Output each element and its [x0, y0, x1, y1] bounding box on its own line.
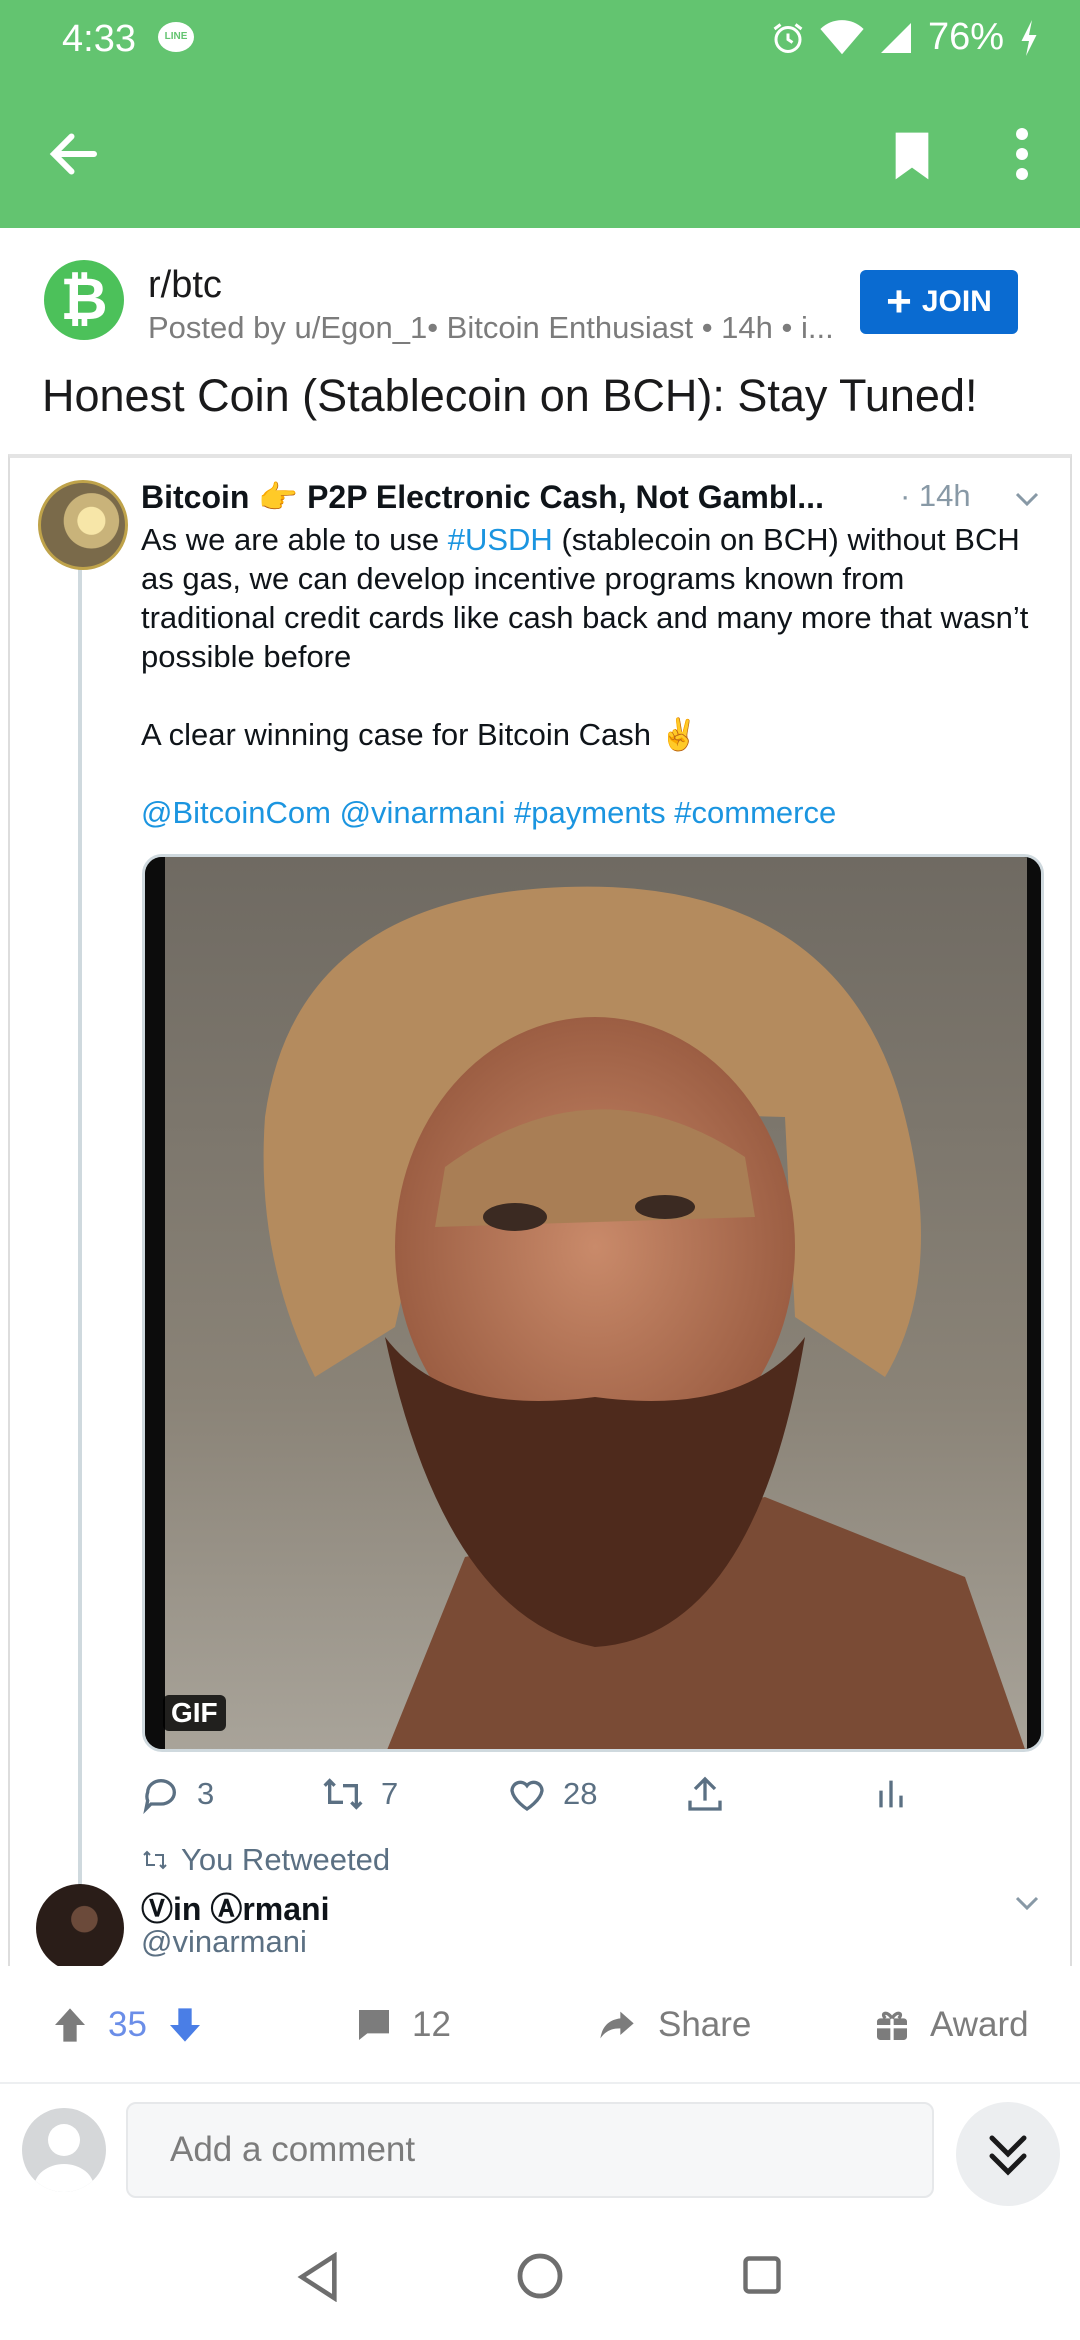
tweet-gif[interactable]: GIF [142, 854, 1044, 1752]
chevron-down-icon[interactable] [1012, 484, 1042, 514]
app-bar [0, 80, 1080, 228]
subreddit-avatar[interactable]: ₿ [44, 260, 124, 340]
retweet-small-icon [143, 1850, 167, 1870]
heart-icon [510, 1780, 544, 1811]
share-button[interactable]: Share [594, 1966, 751, 2084]
retweet-author-avatar[interactable] [36, 1884, 124, 1966]
award-button[interactable]: Award [872, 1966, 1029, 2084]
subreddit-name[interactable]: r/btc [148, 264, 222, 307]
comment-count: 12 [412, 2005, 451, 2044]
nav-back-icon[interactable] [296, 2252, 342, 2302]
post-meta[interactable]: Posted by u/Egon_1• Bitcoin Enthusiast •… [148, 310, 848, 346]
retweeted-label: You Retweeted [141, 1842, 390, 1878]
line-icon: LINE [158, 22, 194, 52]
share-tweet-action[interactable] [685, 1774, 725, 1814]
more-vertical-icon[interactable] [1004, 124, 1040, 184]
tweet-actions: 3 7 28 [141, 1774, 1041, 1824]
user-silhouette-icon [34, 2124, 94, 2192]
gift-icon [877, 2011, 907, 2040]
tweet-text-line2: A clear winning case for Bitcoin Cash [141, 717, 652, 752]
nav-home-icon[interactable] [516, 2252, 564, 2300]
retweet-action[interactable]: 7 [321, 1774, 398, 1814]
tweet-text-part1: As we are able to use [141, 522, 448, 557]
double-chevron-down-icon [989, 2135, 1027, 2176]
share-label: Share [658, 2005, 752, 2044]
analytics-action[interactable] [871, 1774, 911, 1814]
post-title: Honest Coin (Stablecoin on BCH): Stay Tu… [42, 370, 978, 421]
comment-bar: Add a comment [0, 2086, 1080, 2216]
vote-group: 35 [50, 1966, 205, 2084]
retweet-icon [323, 1778, 363, 1810]
share-icon [600, 2011, 634, 2039]
jump-down-button[interactable] [956, 2102, 1060, 2206]
back-arrow-icon[interactable] [44, 124, 104, 184]
wifi-icon [820, 19, 864, 54]
status-time: 4:33 [62, 18, 136, 60]
reply-action[interactable]: 3 [141, 1774, 214, 1814]
gif-badge: GIF [163, 1695, 226, 1731]
comments-button[interactable]: 12 [354, 1966, 451, 2084]
system-nav-bar [0, 2216, 1080, 2340]
thread-line [78, 568, 82, 1948]
join-button[interactable]: + JOIN [860, 270, 1018, 334]
tweet-embed[interactable]: Bitcoin 👉 P2P Electronic Cash, Not Gambl… [8, 454, 1072, 1966]
comment-icon [359, 2010, 389, 2040]
victory-hand-icon: ✌ [659, 717, 699, 752]
retweeted-text: You Retweeted [181, 1842, 391, 1877]
score: 35 [108, 2005, 147, 2044]
comment-input[interactable]: Add a comment [126, 2102, 934, 2198]
tweet-author-name-part1: Bitcoin [141, 479, 250, 515]
award-label: Award [930, 2005, 1029, 2044]
tweet-author-name-part2: P2P Electronic Cash, Not Gambl... [307, 479, 824, 515]
status-bar: 4:33 LINE 76% [0, 0, 1080, 80]
pointing-hand-icon: 👉 [258, 479, 308, 515]
plus-icon: + [886, 277, 912, 326]
battery-level: 76% [927, 16, 1004, 58]
gif-image [145, 857, 1041, 1749]
post-action-bar: 35 12 Share Award [0, 1966, 1080, 2084]
signal-icon [880, 22, 911, 53]
nav-recents-icon[interactable] [740, 2252, 784, 2298]
bookmark-icon[interactable] [884, 126, 940, 186]
like-action[interactable]: 28 [507, 1774, 597, 1814]
alarm-icon [773, 22, 803, 53]
charging-icon [1021, 19, 1037, 56]
join-label: JOIN [921, 285, 992, 318]
reply-count: 3 [197, 1776, 215, 1811]
tweet-avatar[interactable] [38, 480, 128, 570]
like-count: 28 [563, 1776, 598, 1811]
upload-icon [688, 1776, 722, 1811]
tweet-mentions[interactable]: @BitcoinCom @vinarmani #payments #commer… [141, 793, 1041, 832]
analytics-icon [879, 1780, 903, 1808]
status-icons: 76% [770, 16, 1040, 59]
hashtag-usdh-link[interactable]: #USDH [448, 522, 553, 557]
reply-icon [143, 1779, 176, 1814]
upvote-icon[interactable] [50, 2005, 90, 2045]
retweet-author-handle[interactable]: @vinarmani [141, 1924, 307, 1960]
chevron-down-icon[interactable] [1012, 1888, 1042, 1918]
tweet-author-name[interactable]: Bitcoin 👉 P2P Electronic Cash, Not Gambl… [141, 478, 897, 516]
retweet-count: 7 [381, 1776, 399, 1811]
user-avatar[interactable] [22, 2108, 106, 2192]
post-header: ₿ r/btc Posted by u/Egon_1• Bitcoin Enth… [0, 228, 1080, 448]
tweet-time: · 14h [900, 478, 971, 513]
tweet-text: As we are able to use #USDH (stablecoin … [141, 520, 1041, 871]
downvote-icon[interactable] [165, 2005, 205, 2045]
